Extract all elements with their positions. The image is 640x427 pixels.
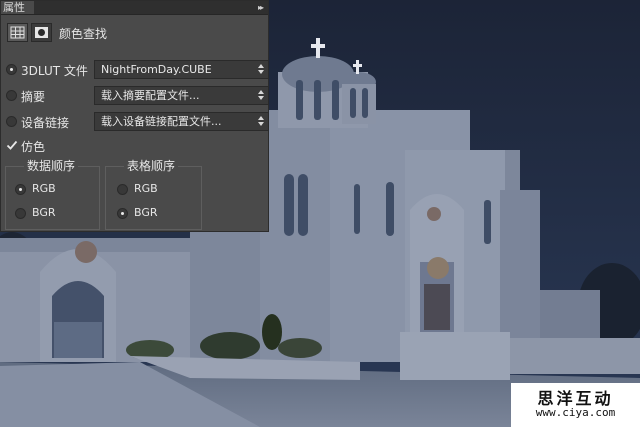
adjustment-title: 颜色查找 [59, 27, 108, 41]
data-order-title: 数据顺序 [24, 157, 79, 174]
table-order-title: 表格顺序 [124, 157, 179, 174]
tab-properties[interactable]: 属性 [1, 1, 34, 14]
select-3dlut[interactable]: NightFromDay.CUBE [94, 60, 269, 79]
radio-device-link[interactable] [6, 116, 17, 127]
dropdown-arrow-icon [258, 90, 264, 100]
label-abstract: 摘要 [21, 90, 46, 104]
radio-3dlut[interactable] [6, 64, 17, 75]
select-3dlut-value: NightFromDay.CUBE [101, 63, 212, 76]
label-3dlut: 3DLUT 文件 [21, 64, 88, 78]
mask-icon [35, 27, 48, 38]
radio-data-order-bgr[interactable] [15, 208, 26, 219]
radio-table-order-rgb[interactable] [117, 184, 128, 195]
adjustment-grid-icon[interactable] [7, 23, 28, 42]
radio-abstract[interactable] [6, 90, 17, 101]
table-order-group: 表格顺序 RGB BGR [105, 157, 202, 230]
table-order-rgb-label: RGB [134, 182, 158, 195]
select-abstract[interactable]: 载入摘要配置文件... [94, 86, 269, 105]
dropdown-arrow-icon [258, 64, 264, 74]
table-icon [10, 26, 25, 39]
label-device-link: 设备链接 [21, 116, 70, 130]
dither-label: 仿色 [21, 140, 46, 154]
radio-table-order-bgr[interactable] [117, 208, 128, 219]
dither-checkbox[interactable] [6, 139, 18, 151]
panel-titlebar: 属性 ▸▸ [1, 1, 268, 15]
radio-data-order-rgb[interactable] [15, 184, 26, 195]
data-order-group: 数据顺序 RGB BGR [5, 157, 100, 230]
watermark-url: www.ciya.com [535, 406, 616, 419]
collapse-panel-icon[interactable]: ▸▸ [258, 1, 264, 14]
select-abstract-value: 载入摘要配置文件... [101, 89, 200, 102]
table-order-bgr-label: BGR [134, 206, 158, 219]
data-order-rgb-label: RGB [32, 182, 56, 195]
select-device-link[interactable]: 载入设备链接配置文件... [94, 112, 269, 131]
site-watermark: 思洋互动 www.ciya.com [511, 383, 640, 427]
layer-mask-icon[interactable] [31, 23, 52, 42]
data-order-bgr-label: BGR [32, 206, 56, 219]
dropdown-arrow-icon [258, 116, 264, 126]
properties-panel: 属性 ▸▸ 颜色查找 3DLUT 文件 NightFromDay.CUBE 摘要… [0, 0, 269, 232]
select-device-link-value: 载入设备链接配置文件... [101, 115, 222, 128]
